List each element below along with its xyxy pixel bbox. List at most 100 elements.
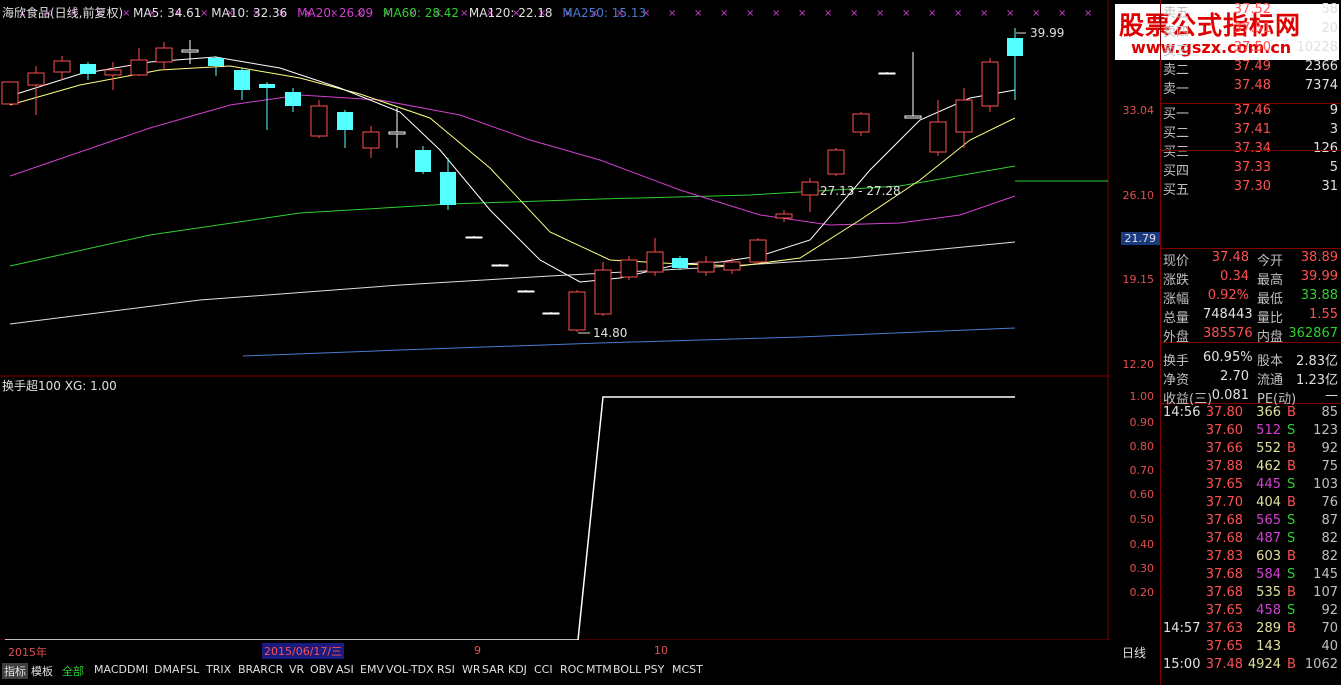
legend-ma250: MA250: 15.13	[562, 6, 647, 20]
legend-title: 海欣食品(日线,前复权)	[2, 6, 124, 20]
tick-count: 82	[1321, 531, 1338, 546]
kline-svg[interactable]: × × × × × × × × × × × × × × × × × × × × × × × × × × × × × × × × × × × × × × × ×…	[0, 0, 1110, 640]
tab-mtm[interactable]: MTM	[586, 663, 612, 676]
tick-volume: 512	[1256, 423, 1281, 438]
candle	[130, 48, 148, 76]
tab-dma[interactable]: DMA	[154, 663, 180, 676]
orderbook-row: 卖三 37.50 10228	[1163, 40, 1340, 59]
tick-price: 37.66	[1205, 441, 1243, 456]
tick-side: B	[1287, 585, 1296, 600]
tick-volume: 535	[1256, 585, 1281, 600]
candle-body	[1007, 38, 1023, 56]
quote-label: 涨跌	[1163, 273, 1190, 288]
legend-ma5: MA5: 34.61	[133, 6, 202, 20]
candle-body	[440, 172, 456, 205]
candle	[285, 88, 301, 112]
orderbook-label: 买五	[1163, 183, 1190, 198]
tab-emv[interactable]: EMV	[360, 663, 384, 676]
quote-value: 385576	[1203, 326, 1253, 341]
candle	[568, 290, 586, 332]
tab-vr[interactable]: VR	[289, 663, 304, 676]
tick-price: 37.70	[1205, 495, 1243, 510]
tab-brar[interactable]: BRAR	[238, 663, 268, 676]
period-tag[interactable]: 日线	[1112, 644, 1158, 660]
tick-volume: 289	[1256, 621, 1281, 636]
top-marker: ×	[668, 8, 676, 19]
tick-volume: 603	[1256, 549, 1281, 564]
top-marker: ×	[746, 8, 754, 19]
tick-count: 70	[1321, 621, 1338, 636]
candle	[491, 264, 509, 267]
tick-row: 37.68 487 S 82	[1163, 531, 1340, 549]
quote-label: 量比	[1257, 311, 1284, 326]
orderbook-price: 37.46	[1233, 103, 1271, 118]
xg-indicator-line	[5, 396, 1015, 640]
tab-mcst[interactable]: MCST	[672, 663, 703, 676]
tab-macd[interactable]: MACD	[94, 663, 127, 676]
tab-cci[interactable]: CCI	[534, 663, 553, 676]
tab-sar[interactable]: SAR	[482, 663, 504, 676]
top-marker: ×	[954, 8, 962, 19]
ind-axis-label: 1.00	[1129, 390, 1155, 403]
tick-row: 14:56 37.80 366 B 85	[1163, 405, 1340, 423]
quote-row: 现价 37.48 今开 38.89	[1163, 250, 1340, 269]
candle-body	[80, 64, 96, 74]
candle	[981, 58, 999, 112]
candle	[697, 256, 715, 276]
tick-side: B	[1287, 495, 1296, 510]
high-annotation: 39.99	[1030, 26, 1064, 40]
candle	[234, 68, 250, 100]
candle-body	[310, 105, 328, 137]
tab-指标[interactable]: 指标	[2, 663, 28, 679]
candle-body	[259, 84, 275, 88]
tab-obv[interactable]: OBV	[310, 663, 333, 676]
quote-value: 33.88	[1300, 288, 1338, 303]
kline-chart[interactable]: × × × × × × × × × × × × × × × × × × × × × × × × × × × × × × × × × × × × × × × ×…	[0, 0, 1110, 640]
candle-body	[155, 47, 173, 63]
candle	[337, 110, 353, 148]
candle	[646, 238, 664, 276]
tab-kdj[interactable]: KDJ	[508, 663, 527, 676]
tab-vol-tdx[interactable]: VOL-TDX	[386, 663, 434, 676]
tab-cr[interactable]: CR	[268, 663, 283, 676]
tick-price: 37.65	[1205, 639, 1243, 654]
tick-count: 40	[1321, 639, 1338, 654]
tab-rsi[interactable]: RSI	[437, 663, 455, 676]
candle-body	[827, 149, 845, 175]
tab-模板[interactable]: 模板	[31, 663, 53, 679]
tab-psy[interactable]: PSY	[644, 663, 664, 676]
tick-volume: 143	[1256, 639, 1281, 654]
tab-boll[interactable]: BOLL	[613, 663, 641, 676]
tab-fsl[interactable]: FSL	[180, 663, 199, 676]
tab-asi[interactable]: ASI	[336, 663, 354, 676]
tab-roc[interactable]: ROC	[560, 663, 584, 676]
tick-row: 37.70 404 B 76	[1163, 495, 1340, 513]
candle-body	[620, 259, 638, 278]
tab-wr[interactable]: WR	[462, 663, 481, 676]
quote-label: 今开	[1257, 254, 1284, 269]
candle-body	[415, 150, 431, 172]
axis-label: 19.15	[1122, 273, 1155, 286]
candle	[827, 148, 845, 176]
quote-value: 37.48	[1211, 250, 1249, 265]
tab-全部[interactable]: 全部	[62, 663, 84, 679]
tab-trix[interactable]: TRIX	[206, 663, 231, 676]
tick-volume: 458	[1256, 603, 1281, 618]
quote-value: 362867	[1288, 326, 1338, 341]
candle	[415, 146, 431, 174]
tab-dmi[interactable]: DMI	[127, 663, 148, 676]
tick-count: 107	[1313, 585, 1338, 600]
orderbook-label: 买四	[1163, 164, 1190, 179]
tick-row: 37.68 535 B 107	[1163, 585, 1340, 603]
top-marker: ×	[824, 8, 832, 19]
orderbook-price: 37.33	[1233, 160, 1271, 175]
candle-body	[388, 131, 406, 135]
low-annotation: 14.80	[593, 326, 627, 340]
ind-axis-label: 0.20	[1129, 586, 1155, 599]
candle-body	[852, 113, 870, 133]
candle	[155, 42, 173, 70]
top-marker: ×	[1084, 8, 1092, 19]
tick-side: S	[1287, 477, 1296, 492]
candle-body	[775, 213, 793, 219]
quote-value: 38.89	[1300, 250, 1338, 265]
